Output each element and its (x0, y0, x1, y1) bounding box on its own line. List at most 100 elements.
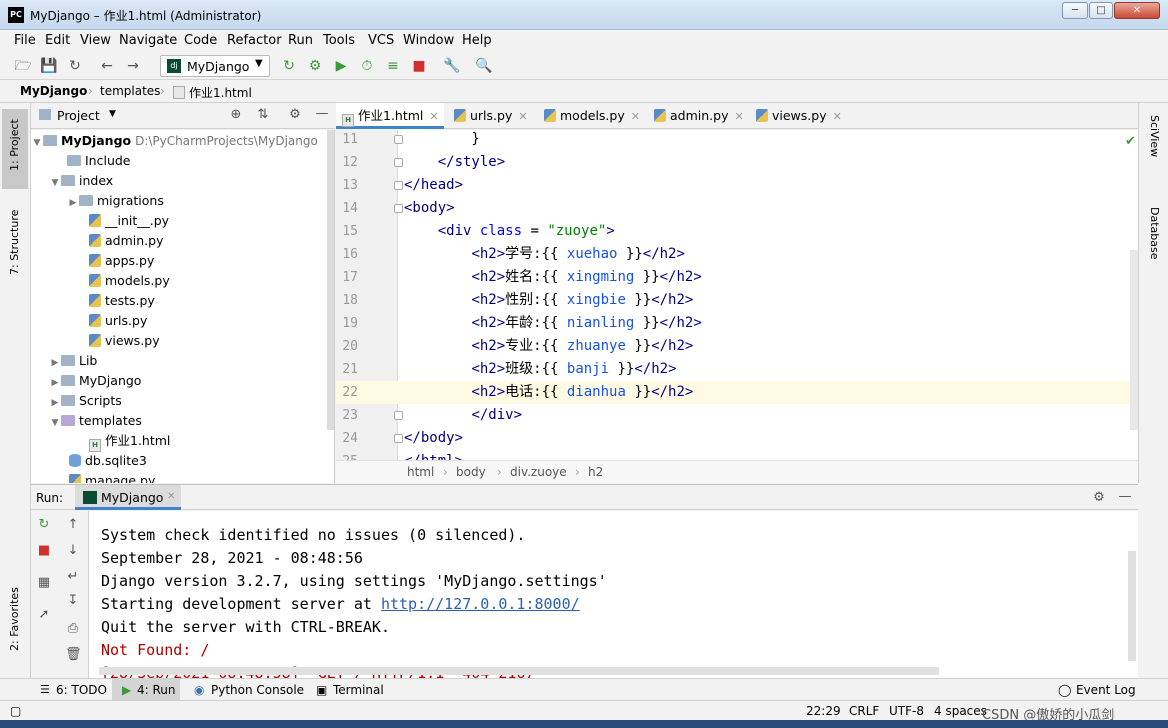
event-log-button[interactable]: Event Log (1076, 683, 1136, 697)
close-icon[interactable]: ✕ (833, 110, 842, 123)
menu-file[interactable]: File (14, 33, 36, 48)
trash-icon[interactable]: 🗑 (65, 647, 82, 662)
back-icon[interactable]: ← (98, 57, 116, 75)
crumb-div[interactable]: div.zuoye (510, 465, 567, 479)
database-tool-button[interactable]: Database (1148, 207, 1161, 260)
crumb-h2[interactable]: h2 (588, 465, 603, 479)
open-folder-icon[interactable]: 🗁 (14, 57, 32, 75)
code-line[interactable]: 20 <h2>专业:{{ zhuanye }}</h2> (336, 335, 1138, 358)
scroll-to-end-icon[interactable]: ↧ (65, 593, 81, 608)
code-line[interactable]: 24 </body> (336, 427, 1138, 450)
gear-icon[interactable]: ⚙ (1091, 490, 1107, 505)
menu-vcs[interactable]: VCS (368, 33, 394, 48)
project-view-selector[interactable]: Project (57, 108, 100, 123)
tree-item-lib[interactable]: ▶ Lib (49, 351, 98, 371)
code-line[interactable]: 11 } (336, 130, 1138, 151)
minimize-button[interactable]: ─ (1062, 2, 1088, 19)
profile-icon[interactable]: ⏱ (358, 57, 376, 75)
collapse-icon[interactable]: ⇅ (255, 107, 271, 122)
code-line[interactable]: 12 </style> (336, 151, 1138, 174)
tab-views[interactable]: views.py ✕ (750, 103, 850, 129)
caret-position[interactable]: 22:29 (806, 704, 841, 718)
tree-item-init[interactable]: __init__.py (89, 211, 169, 231)
search-icon[interactable]: 🔍 (475, 57, 493, 75)
crumb-body[interactable]: body (456, 465, 486, 479)
tab-models[interactable]: models.py ✕ (538, 103, 648, 129)
run-console[interactable]: System check identified no issues (0 sil… (89, 511, 1138, 678)
tree-item-index[interactable]: ▼ index (49, 171, 114, 191)
tree-root[interactable]: ▼ MyDjango D:\PyCharmProjects\MyDjango (31, 131, 318, 151)
menu-code[interactable]: Code (184, 33, 217, 48)
chevron-down-icon[interactable]: ▼ (109, 109, 116, 119)
code-editor[interactable]: 11 } 12 </style> 13 </head> 14 <body> 15 <div … (336, 130, 1138, 460)
close-icon[interactable]: ✕ (167, 491, 175, 502)
fold-marker-icon[interactable] (394, 135, 403, 144)
tree-item-db[interactable]: db.sqlite3 (69, 451, 147, 471)
breadcrumb-templates[interactable]: templates (100, 84, 160, 98)
menu-help[interactable]: Help (462, 33, 492, 48)
menu-window[interactable]: Window (403, 33, 454, 48)
indent-setting[interactable]: 4 spaces (934, 704, 987, 718)
code-line[interactable]: 21 <h2>班级:{{ banji }}</h2> (336, 358, 1138, 381)
code-line[interactable]: 14 <body> (336, 197, 1138, 220)
menu-tools[interactable]: Tools (323, 33, 355, 48)
fold-marker-icon[interactable] (394, 158, 403, 167)
menu-view[interactable]: View (80, 33, 111, 48)
run-tab-mydjango[interactable]: MyDjango ✕ (75, 485, 181, 510)
forward-icon[interactable]: → (124, 57, 142, 75)
tool-tab-todo[interactable]: 6: TODO (56, 683, 107, 697)
tree-item-models[interactable]: models.py (89, 271, 170, 291)
wrench-icon[interactable]: 🔧 (443, 57, 461, 75)
tab-urls[interactable]: urls.py ✕ (448, 103, 538, 129)
file-encoding[interactable]: UTF-8 (889, 704, 924, 718)
close-icon[interactable]: ✕ (518, 110, 527, 123)
close-icon[interactable]: ✕ (734, 110, 743, 123)
code-line[interactable]: 16 <h2>学号:{{ xuehao }}</h2> (336, 243, 1138, 266)
fold-marker-icon[interactable] (394, 204, 403, 213)
rerun-icon[interactable]: ↻ (280, 57, 298, 75)
breadcrumb-project[interactable]: MyDjango (20, 84, 87, 98)
menu-edit[interactable]: Edit (45, 33, 70, 48)
code-line[interactable]: 13 </head> (336, 174, 1138, 197)
hide-icon[interactable]: — (314, 106, 330, 121)
tree-item-templates[interactable]: ▼ templates (49, 411, 142, 431)
tree-item-apps[interactable]: apps.py (89, 251, 154, 271)
sync-icon[interactable]: ↻ (66, 57, 84, 75)
project-tool-button[interactable]: 1: Project (2, 109, 28, 189)
code-line[interactable]: 17 <h2>姓名:{{ xingming }}</h2> (336, 266, 1138, 289)
coverage-icon[interactable]: ▶ (332, 57, 350, 75)
code-line[interactable]: 23 </div> (336, 404, 1138, 427)
tree-scrollbar[interactable] (327, 130, 334, 430)
tab-html-file[interactable]: H 作业1.html ✕ (336, 103, 444, 129)
tool-tab-python-console[interactable]: Python Console (211, 683, 304, 697)
structure-tool-button[interactable]: 7: Structure (8, 210, 21, 275)
layout-icon[interactable]: ▦ (36, 575, 52, 590)
tab-admin[interactable]: admin.py ✕ (648, 103, 752, 129)
code-line[interactable]: 18 <h2>性别:{{ xingbie }}</h2> (336, 289, 1138, 312)
tree-item-html-file[interactable]: H 作业1.html (89, 431, 170, 452)
code-line[interactable]: 19 <h2>年龄:{{ nianling }}</h2> (336, 312, 1138, 335)
tree-item-mydjango[interactable]: ▶ MyDjango (49, 371, 142, 391)
run-config-select[interactable]: dj MyDjango ▼ (160, 55, 270, 77)
save-icon[interactable]: 💾 (40, 57, 58, 75)
tree-item-include[interactable]: Include (55, 151, 131, 171)
fold-marker-icon[interactable] (394, 411, 403, 420)
stop-icon[interactable]: ■ (410, 57, 428, 75)
fold-marker-icon[interactable] (394, 181, 403, 190)
editor-scrollbar[interactable] (1130, 250, 1138, 430)
down-arrow-icon[interactable]: ↓ (65, 543, 81, 558)
up-arrow-icon[interactable]: ↑ (65, 517, 81, 532)
tree-item-admin[interactable]: admin.py (89, 231, 163, 251)
tree-item-scripts[interactable]: ▶ Scripts (49, 391, 122, 411)
stop-icon[interactable]: ■ (36, 543, 52, 558)
tree-item-migrations[interactable]: ▶ migrations (67, 191, 164, 211)
server-link[interactable]: http://127.0.0.1:8000/ (381, 595, 580, 613)
tree-item-views[interactable]: views.py (89, 331, 160, 351)
menu-refactor[interactable]: Refactor (227, 33, 282, 48)
line-separator[interactable]: CRLF (849, 704, 879, 718)
sciview-tool-button[interactable]: SciView (1148, 115, 1161, 157)
pin-icon[interactable]: ➚ (36, 607, 52, 622)
code-line[interactable]: 22 <h2>电话:{{ dianhua }}</h2> (336, 381, 1138, 404)
crumb-html[interactable]: html (407, 465, 434, 479)
rerun-icon[interactable]: ↻ (36, 517, 52, 532)
